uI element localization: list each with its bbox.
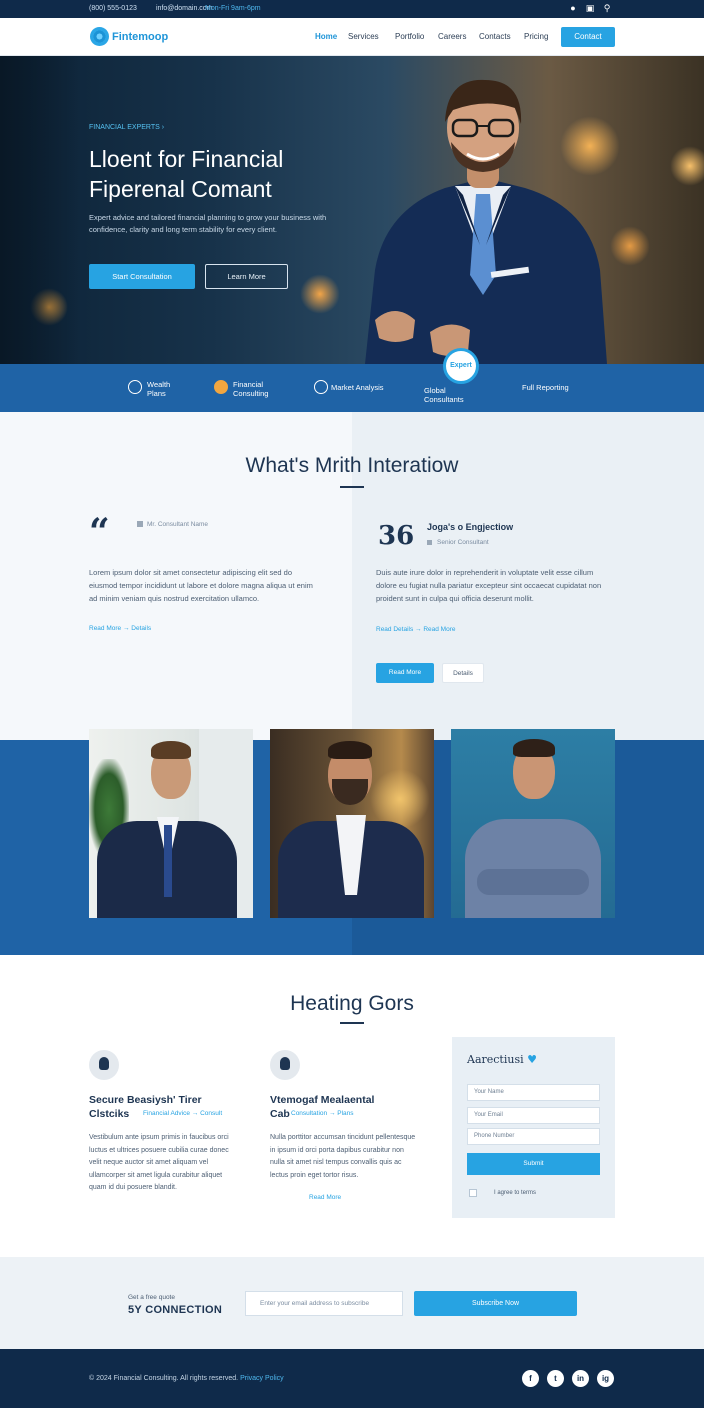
name-field[interactable]: Your Name [467,1084,600,1101]
bulb-icon [270,1050,300,1080]
nav-item-careers[interactable]: Careers [438,32,466,41]
lock-icon [89,1050,119,1080]
service-body: Nulla porttitor accumsan tincidunt pelle… [270,1134,416,1179]
nav-item-contacts[interactable]: Contacts [479,32,511,41]
bokeh-light [610,226,650,266]
service-body: Vestibulum ante ipsum primis in faucibus… [89,1134,229,1191]
feature-label: Wealth Plans [147,380,171,398]
hero-title-line-1: Lloent for Financial [89,146,284,172]
feature-label: Global Consultants [424,386,464,404]
shield-icon [314,380,328,394]
terms-label: I agree to terms [494,1190,537,1196]
subscribe-button[interactable]: Subscribe Now [414,1291,577,1316]
footer: © 2024 Financial Consulting. All rights … [0,1349,704,1408]
heart-icon: ♥ [527,1053,537,1066]
testimonial-body: Duis aute irure dolor in reprehenderit i… [376,568,602,603]
team-photo-1 [89,729,253,918]
topbar-hours: Mon-Fri 9am-6pm [205,5,261,12]
team-photo-3 [451,729,615,918]
newsletter-section: Get a free quote 5Y CONNECTION Enter you… [0,1257,704,1349]
facebook-icon[interactable]: f [522,1370,539,1387]
service-title-line-2: Cab [270,1108,290,1120]
top-bar: (800) 555-0123 info@domain.com Mon-Fri 9… [0,0,704,18]
newsletter-subtitle: Get a free quote [128,1294,175,1301]
hero-secondary-button[interactable]: Learn More [205,264,288,289]
feature-label: Market Analysis [331,383,384,392]
feature-label: Financial Consulting [233,380,269,398]
logo-text[interactable]: Fintemoop [112,31,168,43]
form-submit-button[interactable]: Submit [467,1153,600,1175]
footer-copyright: © 2024 Financial Consulting. All rights … [89,1375,284,1382]
main-nav: Fintemoop Home Services Portfolio Career… [0,18,704,56]
testimonial-link[interactable]: Read Details → Read More [376,626,455,633]
nav-item-services[interactable]: Services [348,32,379,41]
service-title-line-2: Clstciks [89,1108,130,1120]
twitter-icon[interactable]: t [547,1370,564,1387]
testimonial-meta: Mr. Consultant Name [147,521,209,528]
service-tag[interactable]: Financial Advice → Consult [143,1110,222,1117]
service-title-line-1: Vtemogaf Mealaental [270,1094,375,1106]
testimonial-body: Lorem ipsum dolor sit amet consectetur a… [89,568,313,603]
chart-icon [128,380,142,394]
topbar-phone: (800) 555-0123 [89,5,137,12]
section-divider [340,486,364,488]
service-tag[interactable]: Consultation → Plans [291,1110,354,1117]
quote-icon: 36 [378,521,415,551]
form-title: Aarectiusi ♥ [467,1053,537,1066]
hero-title: Lloent for Financial Fiperenal Comant [89,144,369,204]
testimonial-name: Joga's o Engjectiow [427,522,514,532]
section-what-title: What's Mrith Interatiow [245,454,459,477]
testimonial-meta: Senior Consultant [437,539,489,546]
terms-checkbox[interactable] [469,1189,477,1197]
hero-person-image [365,79,607,364]
newsletter-email-input[interactable]: Enter your email address to subscribe [245,1291,403,1316]
search-icon[interactable]: ⚲ [602,3,612,13]
linkedin-icon[interactable]: in [572,1370,589,1387]
read-more-button[interactable]: Read More [376,663,434,683]
privacy-link[interactable]: Privacy Policy [240,1375,284,1382]
bookmark-icon [137,521,143,527]
user-icon[interactable]: ● [568,3,578,13]
service-link[interactable]: Read More [309,1194,341,1201]
service-title-line-1: Secure Beasiysh' Tirer [89,1094,202,1106]
feature-strip: Wealth Plans Financial Consulting Market… [0,348,704,412]
testimonial-link[interactable]: Read More → Details [89,625,151,632]
email-field[interactable]: Your Email [467,1107,600,1124]
hero-primary-button[interactable]: Start Consultation [89,264,195,289]
newsletter-title: 5Y CONNECTION [128,1304,223,1316]
phone-field[interactable]: Phone Number [467,1128,600,1145]
details-button[interactable]: Details [442,663,484,683]
bokeh-light [300,274,340,314]
nav-item-home[interactable]: Home [315,32,337,41]
nav-item-pricing[interactable]: Pricing [524,32,548,41]
quote-icon: “ [89,511,110,553]
section-heating-title: Heating Gors [290,992,414,1015]
bokeh-light [670,146,704,186]
nav-contact-button[interactable]: Contact [561,27,615,47]
hero-section: FINANCIAL EXPERTS › Lloent for Financial… [0,56,704,364]
logo-icon[interactable] [90,27,109,46]
nav-item-portfolio[interactable]: Portfolio [395,32,424,41]
expert-badge: Expert [443,348,479,384]
bag-icon[interactable]: ▣ [585,3,595,13]
user-icon [427,540,432,545]
instagram-icon[interactable]: ig [597,1370,614,1387]
hero-title-line-2: Fiperenal Comant [89,176,272,202]
globe-icon [214,380,228,394]
contact-form-card: Aarectiusi ♥ Your Name Your Email Phone … [452,1037,615,1218]
feature-label: Full Reporting [522,383,569,392]
hero-tag: FINANCIAL EXPERTS › [89,124,165,131]
section-divider [340,1022,364,1024]
team-photo-2 [270,729,434,918]
hero-description: Expert advice and tailored financial pla… [89,213,327,234]
